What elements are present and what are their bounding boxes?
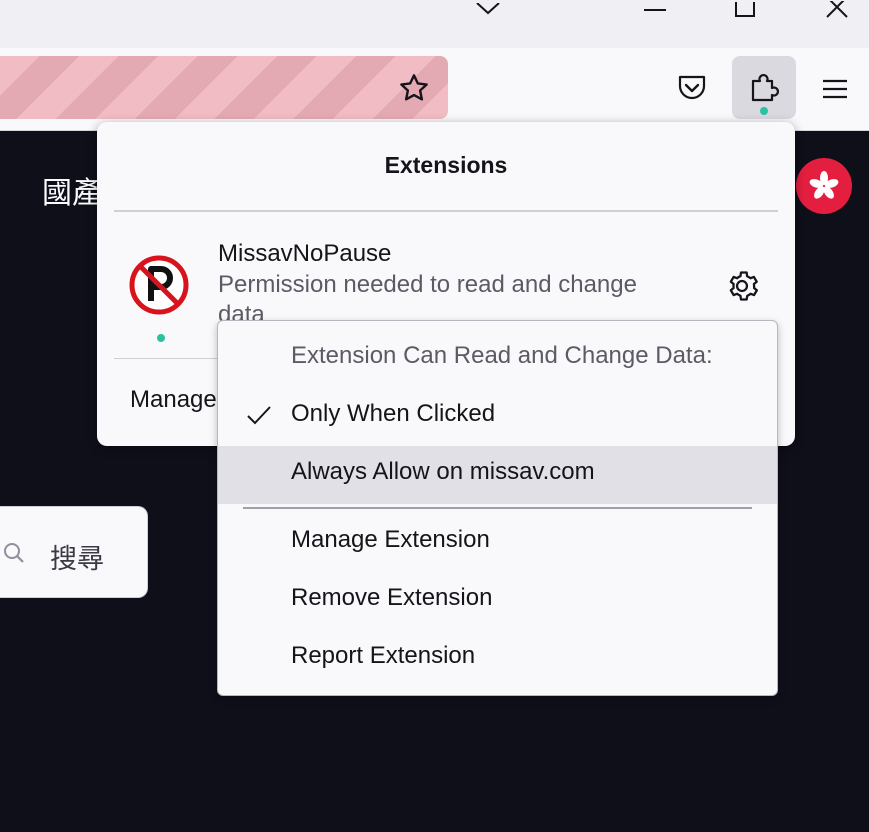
- extension-indicator-dot: [760, 107, 768, 115]
- page-heading[interactable]: 國產: [42, 168, 102, 212]
- menu-item-remove-extension[interactable]: Remove Extension: [218, 572, 777, 630]
- panel-title: Extensions: [384, 152, 508, 178]
- menu-item-label: Only When Clicked: [291, 400, 496, 427]
- pocket-icon[interactable]: [674, 70, 710, 106]
- extension-context-menu: Extension Can Read and Change Data: Only…: [217, 320, 778, 696]
- menu-item-label: Report Extension: [291, 642, 476, 669]
- tab-list-chevron-icon[interactable]: [474, 0, 502, 20]
- region-flag-icon[interactable]: [796, 158, 852, 214]
- window-titlebar: [0, 0, 869, 48]
- menu-item-manage-extension[interactable]: Manage Extension: [218, 514, 777, 572]
- site-search-box[interactable]: 搜尋: [0, 506, 148, 598]
- navigation-toolbar: [0, 48, 869, 131]
- menu-item-only-when-clicked[interactable]: Only When Clicked: [218, 388, 777, 446]
- menu-separator: [243, 507, 752, 509]
- star-icon[interactable]: [396, 70, 432, 106]
- close-icon[interactable]: [822, 0, 852, 20]
- menu-item-label: Always Allow on missav.com: [291, 458, 595, 485]
- menu-item-report-extension[interactable]: Report Extension: [218, 630, 777, 688]
- search-placeholder: 搜尋: [50, 544, 104, 574]
- menu-item-label: Remove Extension: [291, 584, 493, 611]
- menu-header: Extension Can Read and Change Data:: [218, 330, 777, 388]
- url-bar[interactable]: [0, 56, 448, 119]
- menu-item-always-allow[interactable]: Always Allow on missav.com: [218, 446, 777, 504]
- menu-item-label: Manage Extension: [291, 526, 490, 553]
- panel-divider: [114, 210, 778, 212]
- hamburger-icon[interactable]: [820, 74, 850, 104]
- checkmark-icon: [246, 404, 272, 431]
- minimize-icon[interactable]: [640, 0, 670, 20]
- extension-name[interactable]: MissavNoPause: [218, 240, 391, 268]
- search-icon: [2, 541, 26, 570]
- puzzle-icon: [748, 70, 780, 104]
- extension-active-dot: [157, 334, 165, 342]
- menu-header-label: Extension Can Read and Change Data:: [291, 342, 713, 369]
- manage-extensions-link[interactable]: Manage: [130, 386, 217, 414]
- maximize-icon[interactable]: [730, 0, 760, 20]
- gear-icon[interactable]: [725, 269, 759, 308]
- no-parking-icon[interactable]: [129, 255, 189, 315]
